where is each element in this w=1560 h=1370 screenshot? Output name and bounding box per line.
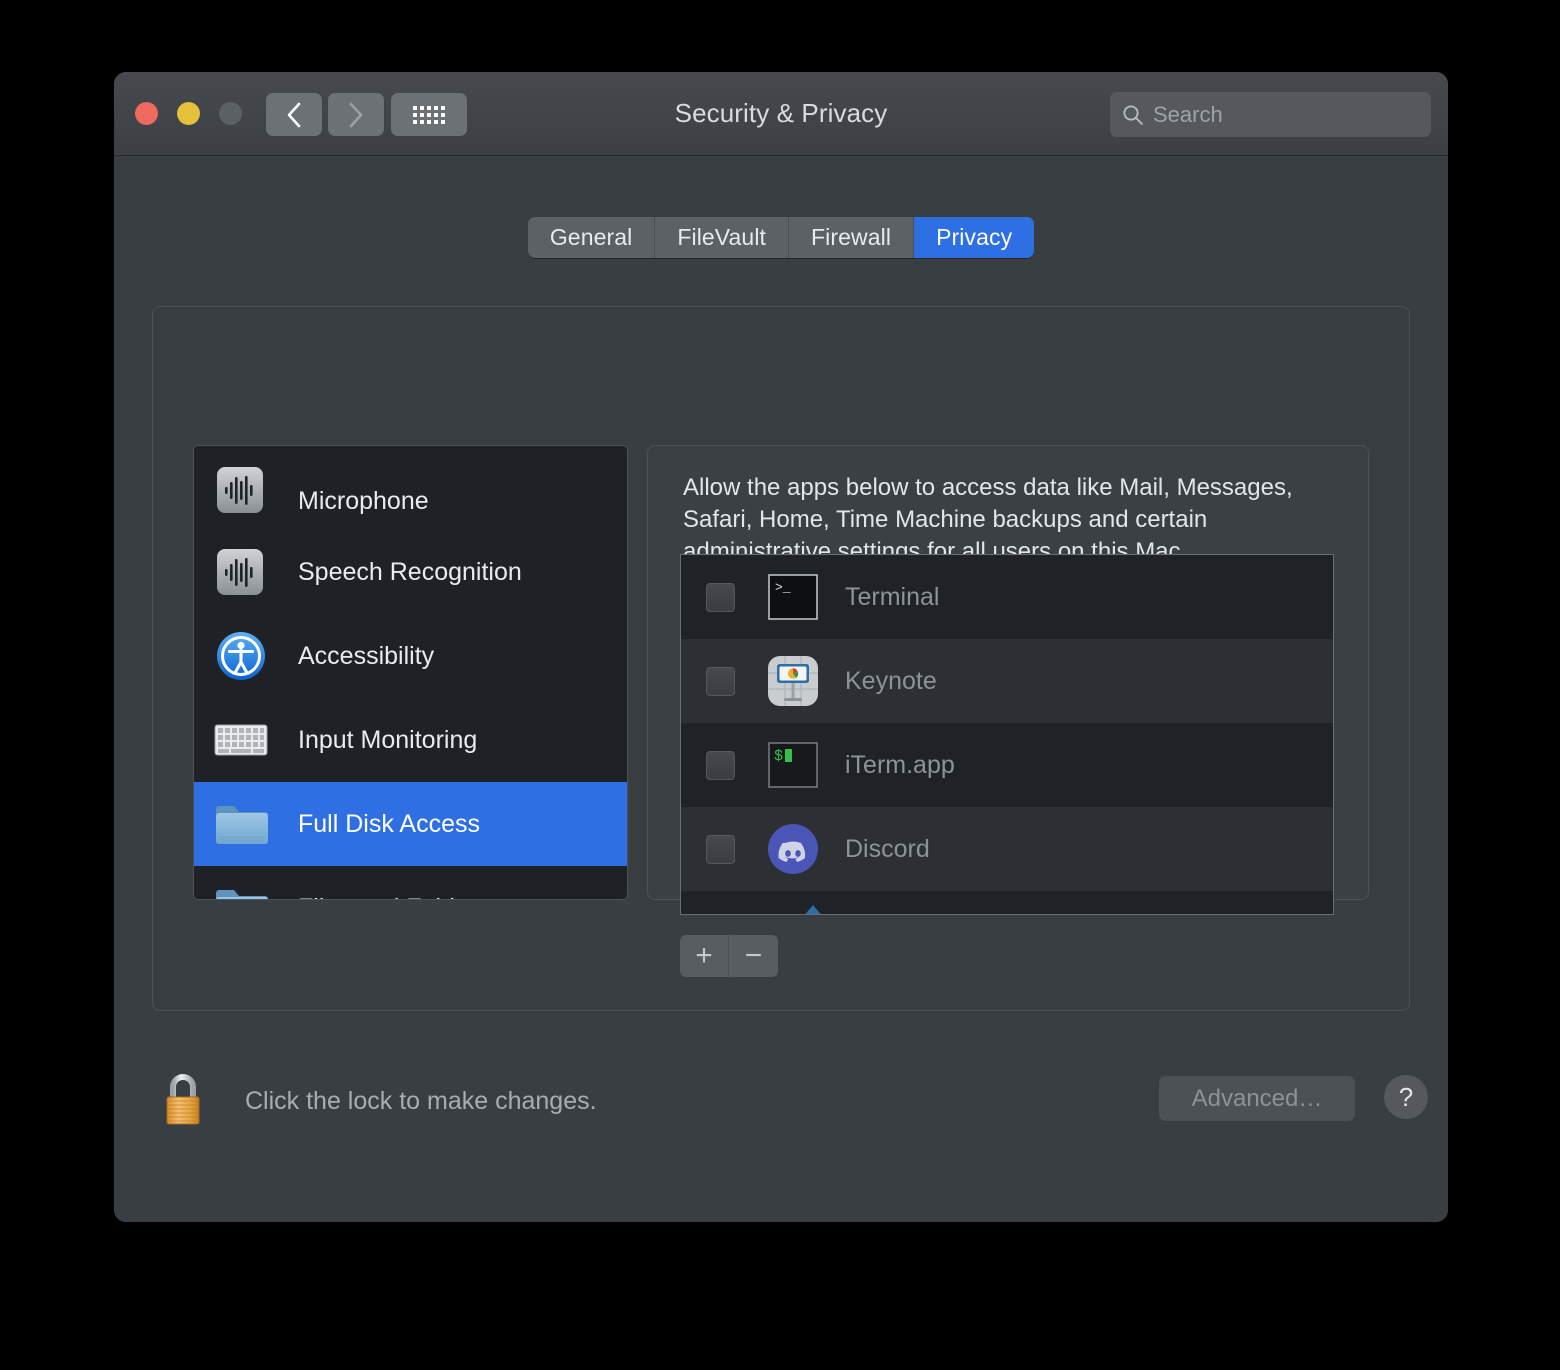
- window-footer: Click the lock to make changes. Advanced…: [114, 1046, 1448, 1222]
- search-input[interactable]: [1153, 101, 1441, 128]
- app-row-iterm[interactable]: $ iTerm.app: [681, 723, 1333, 807]
- sidebar-item-label: Full Disk Access: [298, 809, 480, 838]
- privacy-category-list[interactable]: Microphone Speech Recognition Accessibil…: [193, 445, 628, 900]
- privacy-detail-pane: Allow the apps below to access data like…: [647, 445, 1369, 977]
- tab-filevault[interactable]: FileVault: [655, 217, 790, 258]
- tab-general[interactable]: General: [527, 217, 656, 258]
- speech-waveform-icon: [214, 546, 276, 598]
- add-app-button[interactable]: +: [680, 935, 729, 977]
- allowed-apps-list[interactable]: >_ Terminal Keynote $ iTerm.app Discord: [680, 554, 1334, 915]
- svg-text:>_: >_: [775, 580, 791, 595]
- app-row-terminal[interactable]: >_ Terminal: [681, 555, 1333, 639]
- advanced-button[interactable]: Advanced…: [1159, 1076, 1355, 1121]
- folder-icon: [214, 801, 276, 847]
- privacy-panel: Microphone Speech Recognition Accessibil…: [152, 306, 1410, 1011]
- app-checkbox[interactable]: [706, 666, 735, 696]
- iterm-icon: $: [765, 737, 821, 793]
- discord-icon: [765, 821, 821, 877]
- svg-text:$: $: [774, 748, 783, 765]
- app-checkbox[interactable]: [706, 834, 735, 864]
- app-checkbox[interactable]: [706, 582, 735, 612]
- sidebar-item-files-and-folders[interactable]: Files and Folders: [194, 866, 627, 900]
- app-checkbox[interactable]: [706, 750, 735, 780]
- search-field[interactable]: [1110, 92, 1441, 137]
- lock-message: Click the lock to make changes.: [245, 1087, 597, 1115]
- search-icon: [1123, 104, 1143, 125]
- tab-privacy[interactable]: Privacy: [914, 217, 1035, 258]
- app-name: Discord: [845, 834, 930, 863]
- sidebar-item-label: Accessibility: [298, 641, 435, 670]
- help-button[interactable]: ?: [1384, 1075, 1428, 1119]
- app-name: iTerm.app: [845, 750, 955, 779]
- app-row-keynote[interactable]: Keynote: [681, 639, 1333, 723]
- tab-bar: General FileVault Firewall Privacy: [114, 217, 1448, 258]
- sidebar-item-label: Files and Folders: [298, 894, 490, 900]
- sidebar-item-label: Speech Recognition: [298, 557, 522, 586]
- terminal-icon: >_: [765, 569, 821, 625]
- microphone-waveform-icon: [214, 464, 276, 516]
- sidebar-item-microphone[interactable]: Microphone: [194, 446, 627, 530]
- app-row-discord[interactable]: Discord: [681, 807, 1333, 891]
- system-preferences-window: Security & Privacy General FileVault Fir…: [114, 72, 1448, 1222]
- window-body: General FileVault Firewall Privacy Micro…: [114, 156, 1448, 1222]
- window-titlebar: Security & Privacy: [114, 72, 1448, 156]
- tab-firewall[interactable]: Firewall: [789, 217, 915, 258]
- sidebar-item-input-monitoring[interactable]: Input Monitoring: [194, 698, 627, 782]
- app-row-partial[interactable]: [681, 891, 1333, 914]
- app-name: Keynote: [845, 666, 937, 695]
- app-list-controls: + −: [680, 935, 778, 977]
- sidebar-item-accessibility[interactable]: Accessibility: [194, 614, 627, 698]
- sidebar-item-label: Input Monitoring: [298, 725, 478, 754]
- remove-app-button[interactable]: −: [729, 935, 778, 977]
- partial-app-icon: [793, 905, 833, 914]
- keyboard-icon: [214, 720, 276, 760]
- keynote-icon: [765, 653, 821, 709]
- closed-padlock-icon[interactable]: [159, 1070, 207, 1133]
- folder-icon: [214, 885, 276, 899]
- accessibility-icon: [214, 629, 276, 683]
- sidebar-item-speech-recognition[interactable]: Speech Recognition: [194, 530, 627, 614]
- app-name: Terminal: [845, 582, 940, 611]
- lock-control[interactable]: Click the lock to make changes.: [159, 1070, 597, 1133]
- sidebar-item-full-disk-access[interactable]: Full Disk Access: [194, 782, 627, 866]
- sidebar-item-label: Microphone: [298, 487, 429, 515]
